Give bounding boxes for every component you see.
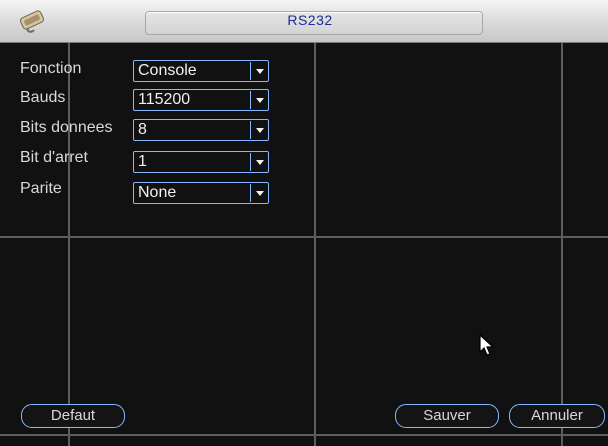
save-button[interactable]: Sauver — [395, 404, 499, 428]
chevron-down-icon[interactable] — [250, 184, 267, 202]
grid-line — [68, 42, 70, 446]
bauds-select[interactable]: 115200 — [133, 89, 269, 111]
field-label-fonction: Fonction — [20, 60, 82, 77]
fonction-select[interactable]: Console — [133, 60, 269, 82]
field-label-parite: Parite — [20, 180, 62, 197]
chevron-down-icon[interactable] — [250, 91, 267, 109]
field-label-bits-donnees: Bits donnees — [20, 119, 113, 136]
grid-line — [314, 42, 316, 446]
bits-donnees-select[interactable]: 8 — [133, 119, 269, 141]
bit-arret-value: 1 — [138, 153, 147, 170]
window-title: RS232 — [287, 12, 333, 28]
chevron-down-icon[interactable] — [250, 62, 267, 80]
chevron-down-icon[interactable] — [250, 153, 267, 171]
chevron-down-icon[interactable] — [250, 121, 267, 139]
rs232-settings-window: RS232 Fonction Console Bauds 115200 Bits… — [0, 0, 608, 446]
field-label-bit-arret: Bit d'arret — [20, 149, 88, 166]
title-bar: RS232 — [0, 0, 608, 43]
grid-line — [0, 236, 608, 238]
fonction-value: Console — [138, 62, 197, 79]
cancel-button[interactable]: Annuler — [509, 404, 605, 428]
field-label-bauds: Bauds — [20, 89, 66, 106]
grid-line — [561, 42, 563, 446]
default-button[interactable]: Defaut — [21, 404, 125, 428]
parite-select[interactable]: None — [133, 182, 269, 204]
parite-value: None — [138, 184, 177, 201]
grid-line — [0, 434, 608, 436]
bits-donnees-value: 8 — [138, 121, 147, 138]
bauds-value: 115200 — [138, 91, 191, 108]
mouse-pointer-icon — [479, 334, 495, 356]
bit-arret-select[interactable]: 1 — [133, 151, 269, 173]
rs232-connector-icon — [19, 10, 45, 33]
